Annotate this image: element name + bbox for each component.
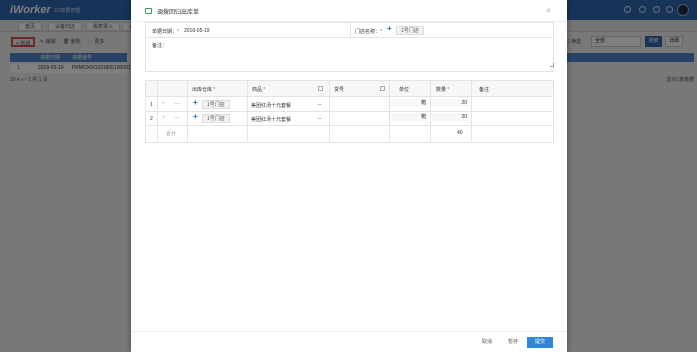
header-unit: 单位: [399, 87, 410, 93]
header-product: 商品 *: [252, 87, 266, 93]
qty-cell[interactable]: 20: [432, 99, 469, 107]
sku-cell: --: [318, 102, 322, 108]
grid-header: 出库仓库 * 商品 * 货号 单位 数量 * 备注: [146, 81, 553, 97]
remove-row-icon[interactable]: —: [174, 101, 180, 107]
remark-label: 备注：: [152, 43, 168, 49]
close-icon[interactable]: ×: [546, 6, 551, 15]
header-qty: 数量 *: [436, 87, 450, 93]
header-product-text: 商品: [252, 87, 263, 93]
add-store-icon[interactable]: +: [387, 24, 392, 33]
remove-row-icon[interactable]: —: [174, 115, 180, 121]
modal-header: 调拨回归出库单 ×: [131, 0, 567, 22]
expand-icon[interactable]: [318, 86, 323, 91]
save-draft-button[interactable]: 暂存: [503, 337, 523, 348]
store-label: 门店名称：*: [355, 29, 382, 35]
row-index: 2: [150, 116, 153, 122]
total-qty: 40: [457, 130, 463, 136]
product-cell[interactable]: 美团红汤十元套餐: [251, 116, 291, 123]
total-label: 合计: [166, 131, 177, 137]
form-divider-h: [146, 37, 553, 38]
date-field[interactable]: 2018-05-19: [184, 28, 210, 34]
warehouse-tag[interactable]: 1号门店: [202, 100, 230, 109]
outbound-order-modal: 调拨回归出库单 × 单据日期：* 2018-05-19 门店名称：* + 1号门…: [131, 0, 567, 352]
expand-icon[interactable]: [380, 86, 385, 91]
unit-cell[interactable]: 箱: [391, 99, 428, 107]
add-row-icon[interactable]: +: [162, 115, 166, 121]
header-warehouse-text: 出库仓库: [192, 87, 213, 93]
row-line: [146, 111, 553, 112]
date-label-text: 单据日期：: [152, 29, 178, 35]
qty-cell[interactable]: 20: [432, 113, 469, 121]
sku-cell: --: [318, 116, 322, 122]
date-label: 单据日期：*: [152, 29, 179, 35]
header-qty-text: 数量: [436, 87, 447, 93]
add-row-icon[interactable]: +: [162, 101, 166, 107]
header-warehouse: 出库仓库 *: [192, 87, 216, 93]
add-warehouse-icon[interactable]: +: [193, 98, 198, 107]
resize-handle[interactable]: [550, 63, 554, 67]
store-label-text: 门店名称：: [355, 29, 381, 35]
warehouse-tag[interactable]: 1号门店: [202, 114, 230, 123]
cancel-button[interactable]: 取消: [477, 337, 497, 348]
header-sku: 货号: [334, 87, 345, 93]
modal-footer: 取消 暂存 提交: [131, 331, 567, 352]
submit-button[interactable]: 提交: [527, 337, 553, 348]
items-grid: 出库仓库 * 商品 * 货号 单位 数量 * 备注 1 + — + 1号门店 美…: [145, 80, 554, 143]
unit-cell[interactable]: 箱: [391, 113, 428, 121]
product-cell[interactable]: 美团红汤十元套餐: [251, 102, 291, 109]
row-line: [146, 125, 553, 126]
header-remark: 备注: [479, 87, 490, 93]
order-form: 单据日期：* 2018-05-19 门店名称：* + 1号门店 备注：: [145, 22, 554, 72]
add-warehouse-icon[interactable]: +: [193, 112, 198, 121]
modal-title: 调拨回归出库单: [157, 10, 200, 16]
document-icon: [145, 8, 152, 14]
row-index: 1: [150, 102, 153, 108]
store-tag[interactable]: 1号门店: [396, 26, 424, 35]
form-divider: [350, 23, 351, 37]
